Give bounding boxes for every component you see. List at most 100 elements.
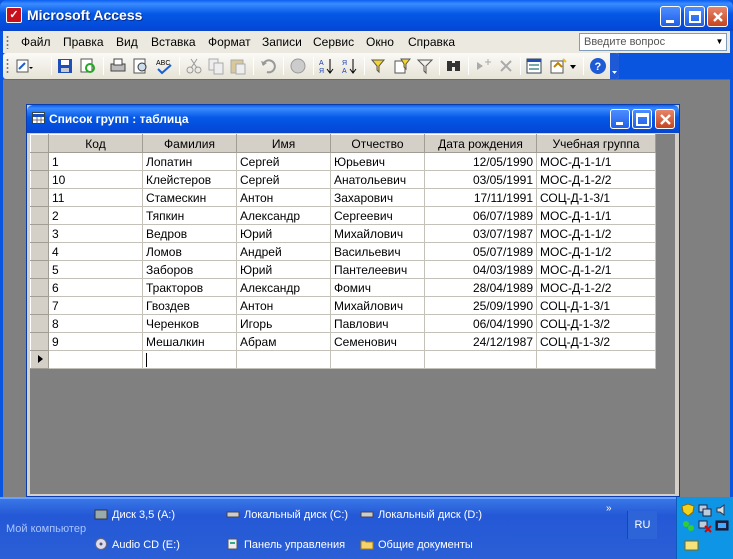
menu-file[interactable]: Файл	[21, 35, 51, 49]
cell-name[interactable]: Юрий	[236, 224, 331, 243]
copy-icon[interactable]	[207, 57, 225, 75]
datasheet-titlebar[interactable]: Список групп : таблица	[27, 105, 679, 133]
chevron-right-icon[interactable]: »	[606, 503, 612, 514]
cell-patronymic[interactable]: Пантелеевич	[330, 260, 425, 279]
cell-name[interactable]: Абрам	[236, 332, 331, 351]
menu-records[interactable]: Записи	[262, 35, 302, 49]
cell-surname[interactable]: Черенков	[142, 314, 237, 333]
hyperlink-icon[interactable]	[289, 57, 307, 75]
network-icon[interactable]	[698, 503, 712, 517]
cell-birthdate[interactable]: 25/09/1990	[424, 296, 537, 315]
help-question-box[interactable]: Введите вопрос ▼	[579, 33, 727, 51]
column-header-patronymic[interactable]: Отчество	[330, 134, 425, 153]
cell-name[interactable]: Александр	[236, 278, 331, 297]
record-selector[interactable]	[30, 260, 49, 279]
filter-by-selection-icon[interactable]	[370, 57, 388, 75]
cell-surname[interactable]: Лопатин	[142, 152, 237, 171]
record-selector[interactable]	[30, 224, 49, 243]
cell-surname[interactable]: Заборов	[142, 260, 237, 279]
cell-patronymic[interactable]: Михайлович	[330, 224, 425, 243]
cell-patronymic[interactable]: Семенович	[330, 332, 425, 351]
cell-surname[interactable]: Гвоздев	[142, 296, 237, 315]
cell-study-group[interactable]: СОЦ-Д-1-3/1	[536, 296, 656, 315]
cell-birthdate[interactable]: 05/07/1989	[424, 242, 537, 261]
menu-format[interactable]: Формат	[208, 35, 251, 49]
cell-birthdate[interactable]: 28/04/1989	[424, 278, 537, 297]
cell-study-group[interactable]: МОС-Д-1-1/2	[536, 242, 656, 261]
cell-study-group[interactable]: МОС-Д-1-1/1	[536, 152, 656, 171]
cell-surname[interactable]: Клейстеров	[142, 170, 237, 189]
cell-name[interactable]: Андрей	[236, 242, 331, 261]
cell-code[interactable]: 6	[48, 278, 143, 297]
cell-study-group[interactable]: СОЦ-Д-1-3/2	[536, 332, 656, 351]
help-icon[interactable]: ?	[589, 57, 607, 75]
cell-code[interactable]: 4	[48, 242, 143, 261]
app-titlebar[interactable]: ✓ Microsoft Access	[0, 0, 733, 31]
cell-patronymic[interactable]: Захарович	[330, 188, 425, 207]
menu-tools[interactable]: Сервис	[313, 35, 354, 49]
cell-birthdate[interactable]: 06/04/1990	[424, 314, 537, 333]
cell-surname[interactable]: Стамескин	[142, 188, 237, 207]
column-header-surname[interactable]: Фамилия	[142, 134, 237, 153]
cell-code[interactable]: 5	[48, 260, 143, 279]
menu-window[interactable]: Окно	[366, 35, 394, 49]
menu-help[interactable]: Справка	[408, 35, 455, 49]
cell-study-group[interactable]: МОС-Д-1-2/1	[536, 260, 656, 279]
spelling-icon[interactable]: ABC	[155, 57, 173, 75]
cell-study-group[interactable]: СОЦ-Д-1-3/1	[536, 188, 656, 207]
child-maximize-button[interactable]	[632, 109, 652, 129]
new-record-icon[interactable]	[474, 57, 492, 75]
column-header-code[interactable]: Код	[48, 134, 143, 153]
cell-study-group[interactable]: МОС-Д-1-2/2	[536, 170, 656, 189]
record-selector[interactable]	[30, 170, 49, 189]
menu-insert[interactable]: Вставка	[151, 35, 196, 49]
cell-code[interactable]: 2	[48, 206, 143, 225]
table-icon[interactable]	[32, 112, 45, 124]
sort-descending-icon[interactable]: ЯA	[341, 57, 359, 75]
database-window-icon[interactable]	[525, 57, 543, 75]
new-cell-patronymic[interactable]	[330, 350, 425, 369]
cell-code[interactable]: 7	[48, 296, 143, 315]
maximize-button[interactable]	[684, 6, 705, 27]
cell-code[interactable]: 1	[48, 152, 143, 171]
print-preview-icon[interactable]	[132, 57, 150, 75]
cell-code[interactable]: 3	[48, 224, 143, 243]
cell-name[interactable]: Антон	[236, 188, 331, 207]
cell-study-group[interactable]: МОС-Д-1-1/2	[536, 224, 656, 243]
record-selector[interactable]	[30, 332, 49, 351]
paste-icon[interactable]	[229, 57, 247, 75]
new-object-icon[interactable]	[549, 57, 567, 75]
minimize-button[interactable]	[660, 6, 681, 27]
security-shield-icon[interactable]	[681, 503, 695, 517]
cell-surname[interactable]: Ведров	[142, 224, 237, 243]
cell-name[interactable]: Александр	[236, 206, 331, 225]
cell-name[interactable]: Антон	[236, 296, 331, 315]
cell-patronymic[interactable]: Васильевич	[330, 242, 425, 261]
cell-code[interactable]: 11	[48, 188, 143, 207]
cell-study-group[interactable]: МОС-Д-1-2/2	[536, 278, 656, 297]
cell-surname[interactable]: Тяпкин	[142, 206, 237, 225]
find-icon[interactable]	[445, 57, 463, 75]
new-cell-birthdate[interactable]	[424, 350, 537, 369]
cell-patronymic[interactable]: Михайлович	[330, 296, 425, 315]
cell-name[interactable]: Сергей	[236, 152, 331, 171]
network-disconnected-icon[interactable]	[698, 519, 712, 533]
search-doc-icon[interactable]	[79, 57, 97, 75]
close-button[interactable]	[707, 6, 728, 27]
record-selector[interactable]	[30, 188, 49, 207]
menubar-grip[interactable]	[6, 35, 9, 49]
toolbar-grip[interactable]	[6, 58, 9, 74]
my-computer-label[interactable]: Мой компьютер	[6, 523, 86, 535]
link-disk-c[interactable]: Локальный диск (C:)	[226, 508, 348, 521]
cell-birthdate[interactable]: 17/11/1991	[424, 188, 537, 207]
select-all-corner[interactable]	[30, 134, 49, 153]
record-selector[interactable]	[30, 152, 49, 171]
chevron-down-icon[interactable]: ▼	[713, 34, 726, 50]
link-audio-cd[interactable]: Audio CD (E:)	[94, 538, 180, 551]
cell-code[interactable]: 10	[48, 170, 143, 189]
cut-icon[interactable]	[185, 57, 203, 75]
new-cell-study-group[interactable]	[536, 350, 656, 369]
record-selector[interactable]	[30, 206, 49, 225]
column-header-birthdate[interactable]: Дата рождения	[424, 134, 537, 153]
sound-icon[interactable]	[715, 503, 729, 517]
